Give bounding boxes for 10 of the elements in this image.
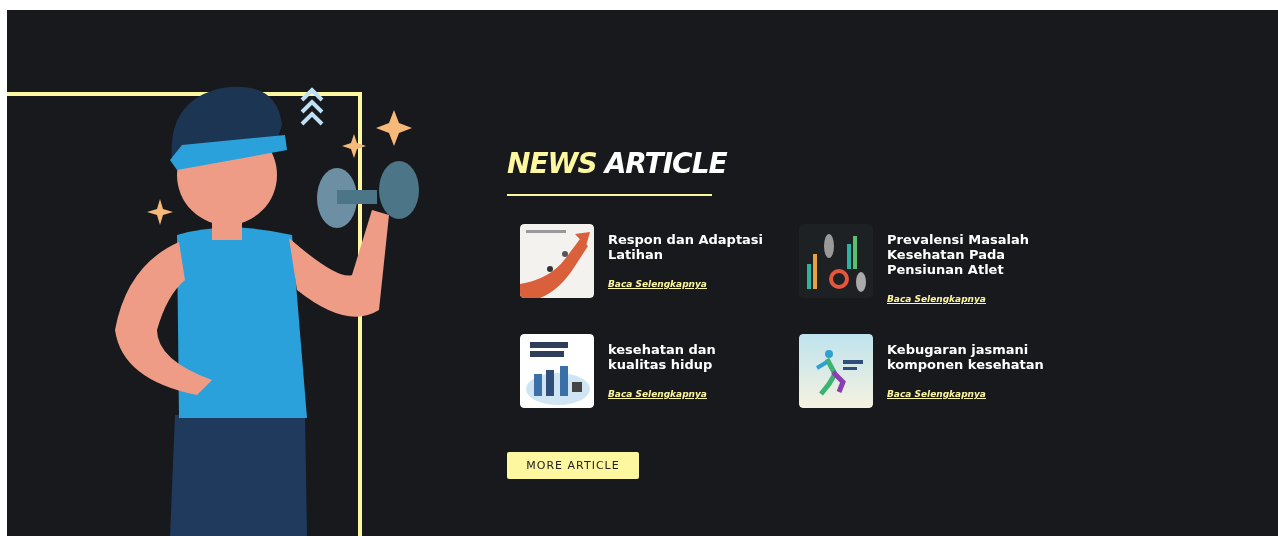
article-title: Kebugaran jasmani komponen kesehatan xyxy=(887,342,1045,372)
article-title: Prevalensi Masalah Kesehatan Pada Pensiunan Atlet xyxy=(887,232,1030,277)
more-article-button[interactable]: MORE ARTICLE xyxy=(507,452,639,479)
read-more-link[interactable]: Baca Selengkapnya xyxy=(608,389,707,399)
article-title: Respon dan Adaptasi Latihan xyxy=(608,232,765,262)
article-title: kesehatan dan kualitas hidup xyxy=(608,342,717,372)
read-more-link[interactable]: Baca Selengkapnya xyxy=(608,279,707,289)
read-more-link[interactable]: Baca Selengkapnya xyxy=(887,389,986,399)
section-title: NEWS ARTICLE xyxy=(507,148,729,180)
read-more-link[interactable]: Baca Selengkapnya xyxy=(887,294,986,304)
